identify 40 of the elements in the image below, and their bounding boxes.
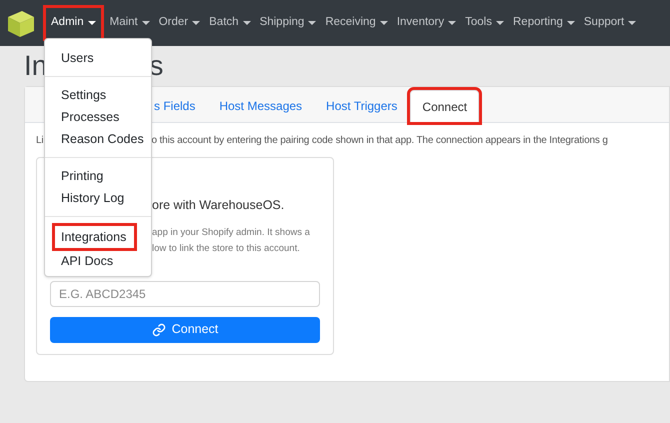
dropdown-item[interactable]: Settings [55,86,112,104]
dropdown-item[interactable]: Processes [55,108,126,126]
tab[interactable]: Host Messages [208,90,314,122]
link-icon [152,322,166,337]
dropdown-item[interactable]: History Log [55,189,130,207]
dropdown-item[interactable]: Integrations [55,226,134,248]
dropdown-item[interactable]: Printing [55,167,110,185]
caret-icon [88,21,96,25]
caret-icon [192,21,200,25]
caret-icon [628,21,636,25]
pairing-code-field[interactable]: E.G. ABCD2345 [50,280,320,307]
tab[interactable]: Host Triggers [315,90,408,122]
caret-icon [566,21,575,25]
tab[interactable]: Connect [410,90,480,122]
caret-icon [142,21,150,25]
nav-menu-item[interactable]: Reporting [513,8,575,38]
nav-menu-item[interactable]: Maint [110,8,150,38]
nav-menu-item[interactable]: Receiving [325,8,388,38]
nav-menu-item[interactable]: Support [584,8,636,38]
help-text: low to link the store to this account. [152,242,301,256]
caret-icon [380,21,388,25]
help-text: app in your Shopify admin. It shows a [152,226,311,240]
intro-text: o this account by entering the pairing code shown in that app. The connection appears in the Integrations g [151,134,608,148]
caret-icon [308,21,316,25]
caret-icon [242,21,251,25]
nav-menu-item[interactable]: Tools [465,8,504,38]
connect-subtitle: ore with WarehouseOS. [152,197,286,214]
nav-menu-item[interactable]: Order [158,8,200,38]
connect-button[interactable]: Connect [50,316,320,343]
nav-menu-item[interactable]: Batch [209,8,251,38]
dropdown-item[interactable]: API Docs [55,252,120,270]
nav-menu-item[interactable]: Shipping [260,8,316,38]
caret-icon [448,21,456,25]
intro-text: Li [36,134,44,148]
caret-icon [496,21,504,25]
nav-menu-item[interactable]: Inventory [396,8,456,38]
dropdown-item[interactable]: Reason Codes [55,130,150,148]
tab[interactable]: s Fields [143,90,206,122]
nav-menu-item[interactable]: Admin [46,8,101,38]
dropdown-item[interactable]: Users [55,49,100,67]
